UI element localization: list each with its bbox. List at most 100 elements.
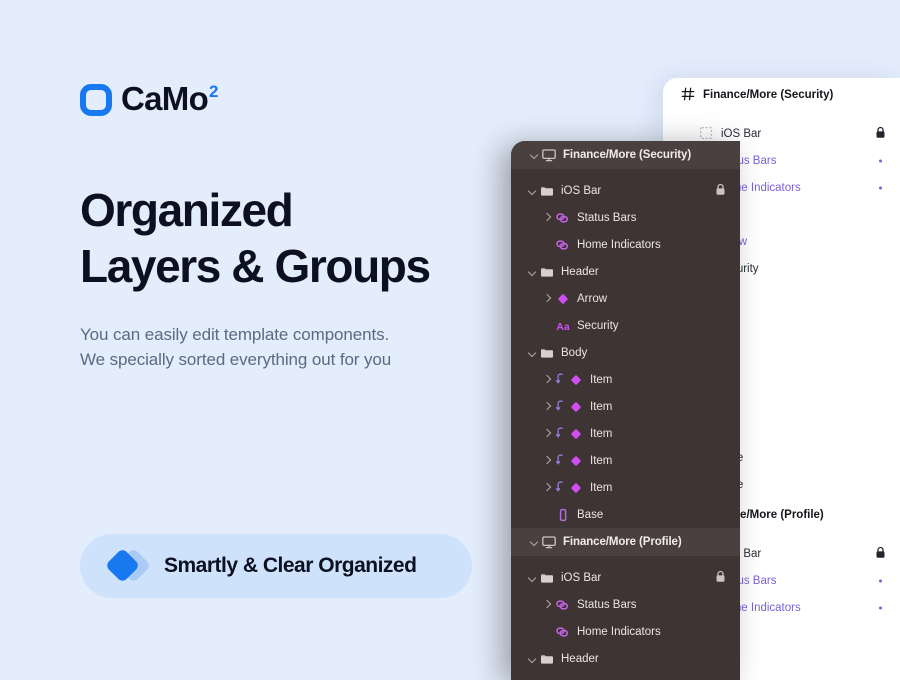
chevron-down-icon[interactable] bbox=[525, 265, 539, 279]
brand-wordmark: CaMo bbox=[121, 80, 209, 117]
autolayout-icon bbox=[555, 372, 568, 388]
component-diamond-icon bbox=[568, 426, 584, 442]
component-diamond-icon bbox=[568, 372, 584, 388]
chevron-down-icon[interactable] bbox=[525, 346, 539, 360]
lock-icon[interactable] bbox=[875, 126, 886, 142]
chevron-down-icon[interactable] bbox=[527, 148, 541, 162]
layer-row[interactable]: Status Bars bbox=[511, 591, 740, 618]
chevron-right-icon[interactable] bbox=[541, 373, 555, 387]
layer-row-label: iOS Bar bbox=[561, 184, 602, 197]
text-aa-icon: Aa bbox=[555, 318, 571, 334]
layer-row[interactable]: Home Indicators bbox=[511, 618, 740, 645]
frame-device-icon bbox=[541, 534, 557, 550]
layer-row[interactable]: Header bbox=[511, 258, 740, 285]
autolayout-icon bbox=[555, 399, 568, 415]
status-dot bbox=[879, 159, 882, 162]
layer-row-label: Item bbox=[590, 454, 613, 467]
folder-icon bbox=[539, 183, 555, 199]
layer-row-label: Header bbox=[561, 265, 599, 278]
layer-row-label: Base bbox=[577, 508, 604, 521]
component-diamond-icon bbox=[568, 480, 584, 496]
component-instance-icon bbox=[555, 624, 571, 640]
layer-row[interactable]: Item bbox=[511, 420, 740, 447]
headline-line-2: Layers & Groups bbox=[80, 240, 431, 293]
chevron-down-icon[interactable] bbox=[525, 652, 539, 666]
layer-row[interactable]: Item bbox=[511, 393, 740, 420]
layer-row[interactable]: Item bbox=[511, 447, 740, 474]
double-diamond-icon bbox=[104, 547, 152, 585]
hash-frame-icon bbox=[681, 87, 697, 103]
layers-panel-front[interactable]: Finance/More (Security) iOS Bar Status Bar… bbox=[511, 141, 740, 680]
page-subtitle: You can easily edit template components.… bbox=[80, 322, 391, 372]
layer-row[interactable]: Base bbox=[511, 501, 740, 528]
lock-icon[interactable] bbox=[715, 570, 726, 586]
svg-text:Aa: Aa bbox=[556, 321, 570, 333]
chevron-right-icon[interactable] bbox=[541, 454, 555, 468]
feature-badge-label: Smartly & Clear Organized bbox=[164, 554, 417, 577]
layer-row-label: Item bbox=[590, 373, 613, 386]
component-instance-icon bbox=[555, 597, 571, 613]
layer-section-title: Finance/More (Security) bbox=[703, 89, 834, 101]
autolayout-icon bbox=[555, 453, 568, 469]
hero-section: CaMo 2 Organized Layers & Groups You can… bbox=[80, 0, 500, 680]
layer-row-label: Item bbox=[590, 427, 613, 440]
layer-row-label: Security bbox=[577, 319, 619, 332]
status-dot bbox=[879, 186, 882, 189]
folder-icon bbox=[539, 345, 555, 361]
dotted-square-icon bbox=[699, 126, 715, 142]
component-instance-icon bbox=[555, 237, 571, 253]
chevron-placeholder bbox=[541, 625, 555, 639]
autolayout-icon bbox=[555, 426, 568, 442]
autolayout-icon bbox=[555, 480, 568, 496]
chevron-right-icon[interactable] bbox=[541, 427, 555, 441]
layer-row[interactable]: Item bbox=[511, 474, 740, 501]
layer-row[interactable]: Item bbox=[511, 366, 740, 393]
component-diamond-icon bbox=[555, 291, 571, 307]
chevron-right-icon[interactable] bbox=[541, 211, 555, 225]
layer-row[interactable]: Arrow bbox=[511, 285, 740, 312]
chevron-down-icon[interactable] bbox=[525, 571, 539, 585]
status-dot bbox=[879, 606, 882, 609]
layer-section-title: Finance/More (Security) bbox=[563, 149, 692, 161]
layer-row[interactable]: Home Indicators bbox=[511, 231, 740, 258]
folder-icon bbox=[539, 651, 555, 667]
layer-row-label: Item bbox=[590, 481, 613, 494]
layer-row[interactable]: iOS Bar bbox=[511, 177, 740, 204]
subhead-line-1: You can easily edit template components. bbox=[80, 325, 390, 344]
layer-row[interactable]: Aa Security bbox=[511, 312, 740, 339]
brand-superscript: 2 bbox=[209, 82, 219, 101]
chevron-placeholder bbox=[541, 508, 555, 522]
chevron-right-icon[interactable] bbox=[541, 400, 555, 414]
folder-icon bbox=[539, 264, 555, 280]
chevron-right-icon[interactable] bbox=[541, 598, 555, 612]
layer-row-label: Home Indicators bbox=[577, 238, 661, 251]
chevron-down-icon[interactable] bbox=[525, 184, 539, 198]
layer-row-label: Item bbox=[590, 400, 613, 413]
layer-row-label: iOS Bar bbox=[721, 127, 762, 140]
layer-row-label: Status Bars bbox=[577, 211, 637, 224]
component-instance-icon bbox=[555, 210, 571, 226]
layer-row[interactable]: Header bbox=[511, 645, 740, 672]
layer-row-label: Arrow bbox=[577, 292, 608, 305]
layer-row[interactable]: Body bbox=[511, 339, 740, 366]
folder-icon bbox=[539, 570, 555, 586]
layer-section-header[interactable]: Finance/More (Security) bbox=[663, 78, 900, 112]
feature-badge[interactable]: Smartly & Clear Organized bbox=[80, 534, 472, 598]
layer-row[interactable]: Status Bars bbox=[511, 204, 740, 231]
layer-row-label: iOS Bar bbox=[561, 571, 602, 584]
layer-row[interactable]: iOS Bar bbox=[511, 564, 740, 591]
frame-device-icon bbox=[541, 147, 557, 163]
lock-icon[interactable] bbox=[715, 183, 726, 199]
layer-row-label: Home Indicators bbox=[577, 625, 661, 638]
layer-section-header[interactable]: Finance/More (Security) bbox=[511, 141, 740, 169]
layer-section-header[interactable]: Finance/More (Profile) bbox=[511, 528, 740, 556]
status-dot bbox=[879, 579, 882, 582]
chevron-right-icon[interactable] bbox=[541, 481, 555, 495]
chevron-down-icon[interactable] bbox=[527, 535, 541, 549]
lock-icon[interactable] bbox=[875, 546, 886, 562]
component-diamond-icon bbox=[568, 453, 584, 469]
brand-logo[interactable]: CaMo 2 bbox=[80, 78, 219, 122]
chevron-right-icon[interactable] bbox=[541, 292, 555, 306]
